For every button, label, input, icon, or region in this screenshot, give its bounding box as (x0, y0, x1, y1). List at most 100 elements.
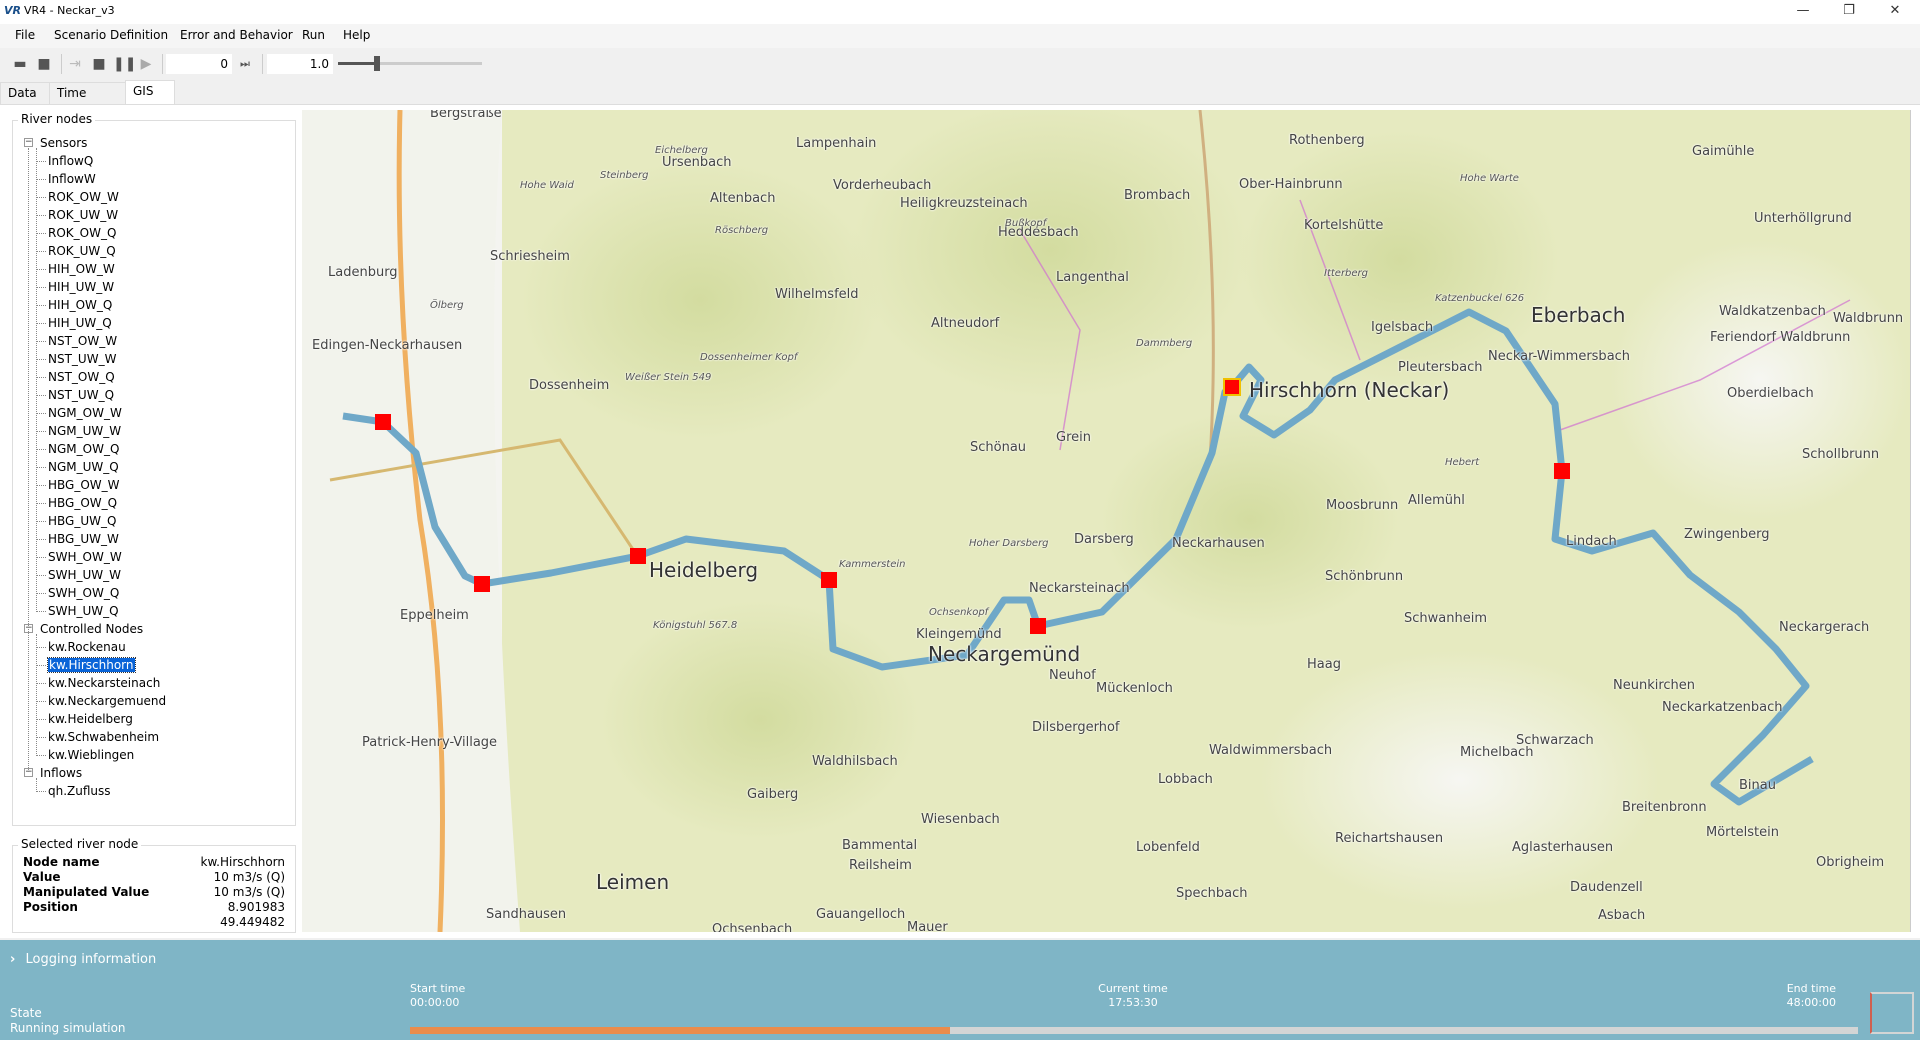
river-node-tree[interactable]: − Sensors InflowQ InflowW ROK_OW_W ROK_UW_W RO… (22, 134, 292, 814)
play-icon[interactable]: ▶ (137, 55, 155, 73)
tree-item[interactable]: SWH_UW_W (36, 566, 121, 584)
place-label: Bergstraße (430, 110, 502, 121)
tree-item[interactable]: kw.Neckarsteinach (36, 674, 160, 692)
menu-help[interactable]: Help (343, 28, 370, 42)
restore-button[interactable]: ❐ (1826, 0, 1872, 24)
tree-item[interactable]: NST_OW_Q (36, 368, 115, 386)
place-label: Spechbach (1176, 886, 1248, 901)
tree-group-inflows[interactable]: Inflows (40, 764, 82, 782)
close-button[interactable]: ✕ (1872, 0, 1918, 24)
tree-item[interactable]: kw.Wieblingen (36, 746, 134, 764)
tree-item[interactable]: InflowW (36, 170, 96, 188)
tree-item[interactable]: NGM_UW_W (36, 422, 121, 440)
tree-item[interactable]: NST_UW_W (36, 350, 116, 368)
tree-item[interactable]: NST_OW_W (36, 332, 117, 350)
menu-run[interactable]: Run (302, 28, 325, 42)
tree-item[interactable]: SWH_OW_W (36, 548, 122, 566)
peak-label: Dammberg (1136, 338, 1193, 349)
tree-item[interactable]: kw.Hirschhorn (36, 656, 136, 674)
urban-area (302, 110, 520, 932)
place-label: Kleingemünd (916, 627, 1002, 642)
tab-gis[interactable]: GIS (125, 80, 175, 104)
tree-item[interactable]: SWH_OW_Q (36, 584, 119, 602)
menu-scenario-definition[interactable]: Scenario Definition (54, 28, 168, 42)
tree-item[interactable]: NST_UW_Q (36, 386, 114, 404)
place-label: Kortelshütte (1304, 218, 1384, 233)
tree-item[interactable]: InflowQ (36, 152, 93, 170)
menu-file[interactable]: File (15, 28, 35, 42)
tree-guide-line (28, 148, 29, 772)
tree-item[interactable]: ROK_OW_W (36, 188, 119, 206)
collapse-icon[interactable]: − (24, 138, 33, 147)
tree-item[interactable]: kw.Rockenau (36, 638, 126, 656)
import-icon[interactable]: ⇥ (66, 55, 84, 73)
place-label: Wiesenbach (921, 812, 1000, 827)
tree-item[interactable]: ROK_UW_W (36, 206, 118, 224)
tree-connector (36, 683, 46, 684)
tree-item[interactable]: HBG_UW_Q (36, 512, 116, 530)
pause-icon[interactable]: ❚❚ (113, 55, 136, 73)
place-label: Heiligkreuzsteinach (900, 196, 1028, 211)
place-label: Reilsheim (849, 858, 912, 873)
tree-item[interactable]: HIH_OW_W (36, 260, 115, 278)
tree-item[interactable]: NGM_UW_Q (36, 458, 119, 476)
tree-connector (36, 521, 46, 522)
river-node-marker[interactable] (474, 576, 490, 592)
tree-item[interactable]: HIH_UW_Q (36, 314, 112, 332)
river-node-marker[interactable] (1030, 618, 1046, 634)
tab-data[interactable]: Data (0, 82, 50, 104)
clearing-area (1260, 650, 1660, 910)
tree-connector (36, 647, 46, 648)
selected-node-marker[interactable] (1223, 378, 1241, 396)
river-node-marker[interactable] (821, 572, 837, 588)
tree-item[interactable]: kw.Neckargemuend (36, 692, 166, 710)
save-icon[interactable]: ■ (35, 55, 53, 73)
tree-item-label: NST_UW_Q (48, 388, 115, 402)
tree-item-label: ROK_OW_Q (48, 226, 117, 240)
speed-input[interactable]: 1.0 (267, 54, 333, 74)
window-title: VR4 - Neckar_v3 (24, 4, 115, 17)
tree-item[interactable]: HBG_OW_W (36, 476, 120, 494)
tree-item[interactable]: ROK_UW_Q (36, 242, 116, 260)
step-input[interactable]: 0 (166, 54, 232, 74)
tree-item[interactable]: kw.Heidelberg (36, 710, 133, 728)
title-bar: VR VR4 - Neckar_v3 — ❐ ✕ (0, 0, 1920, 24)
peak-label: Ölberg (430, 300, 464, 311)
tree-item-label: qh.Zufluss (48, 784, 111, 798)
gis-map[interactable]: Heidelberg Neckargemünd Leimen Schriesheim L… (302, 110, 1910, 932)
menu-error-and-behavior[interactable]: Error and Behavior (180, 28, 293, 42)
minimize-button[interactable]: — (1780, 0, 1826, 24)
place-label: Haag (1307, 657, 1341, 672)
place-label: Patrick-Henry-Village (362, 735, 498, 750)
place-label: Lampenhain (796, 136, 877, 151)
tree-connector (36, 179, 46, 180)
tree-item[interactable]: HBG_OW_Q (36, 494, 117, 512)
logging-toggle[interactable]: › Logging information (10, 952, 156, 967)
tree-item[interactable]: kw.Schwabenheim (36, 728, 159, 746)
tree-item[interactable]: HIH_OW_Q (36, 296, 112, 314)
property-row: Manipulated Value 10 m3/s (Q) (23, 885, 285, 900)
tree-connector (36, 197, 46, 198)
place-label: Waldbrunn (1833, 311, 1904, 326)
logging-label: Logging information (25, 952, 157, 967)
river-node-marker[interactable] (630, 548, 646, 564)
tree-item[interactable]: NGM_OW_Q (36, 440, 119, 458)
tree-item[interactable]: HIH_UW_W (36, 278, 114, 296)
tree-item[interactable]: ROK_OW_Q (36, 224, 116, 242)
tree-group-controlled-nodes[interactable]: Controlled Nodes (40, 620, 143, 638)
tree-item-label: kw.Hirschhorn (47, 657, 136, 673)
tree-group-sensors[interactable]: Sensors (40, 134, 87, 152)
open-folder-icon[interactable]: ▬ (11, 55, 29, 73)
tab-time-series[interactable]: Time Series (49, 82, 126, 120)
tree-item[interactable]: HBG_UW_W (36, 530, 119, 548)
tree-item[interactable]: qh.Zufluss (36, 782, 111, 800)
skip-to-end-icon[interactable]: ⏭ (236, 55, 254, 73)
tree-item[interactable]: SWH_UW_Q (36, 602, 119, 620)
river-node-marker[interactable] (1554, 463, 1570, 479)
river-node-marker[interactable] (375, 414, 391, 430)
tree-item[interactable]: NGM_OW_W (36, 404, 122, 422)
place-label: Waldhilsbach (812, 754, 898, 769)
tree-item-label: NGM_OW_W (48, 406, 122, 420)
stop-icon[interactable]: ■ (90, 55, 108, 73)
speed-slider-thumb[interactable] (373, 56, 380, 71)
